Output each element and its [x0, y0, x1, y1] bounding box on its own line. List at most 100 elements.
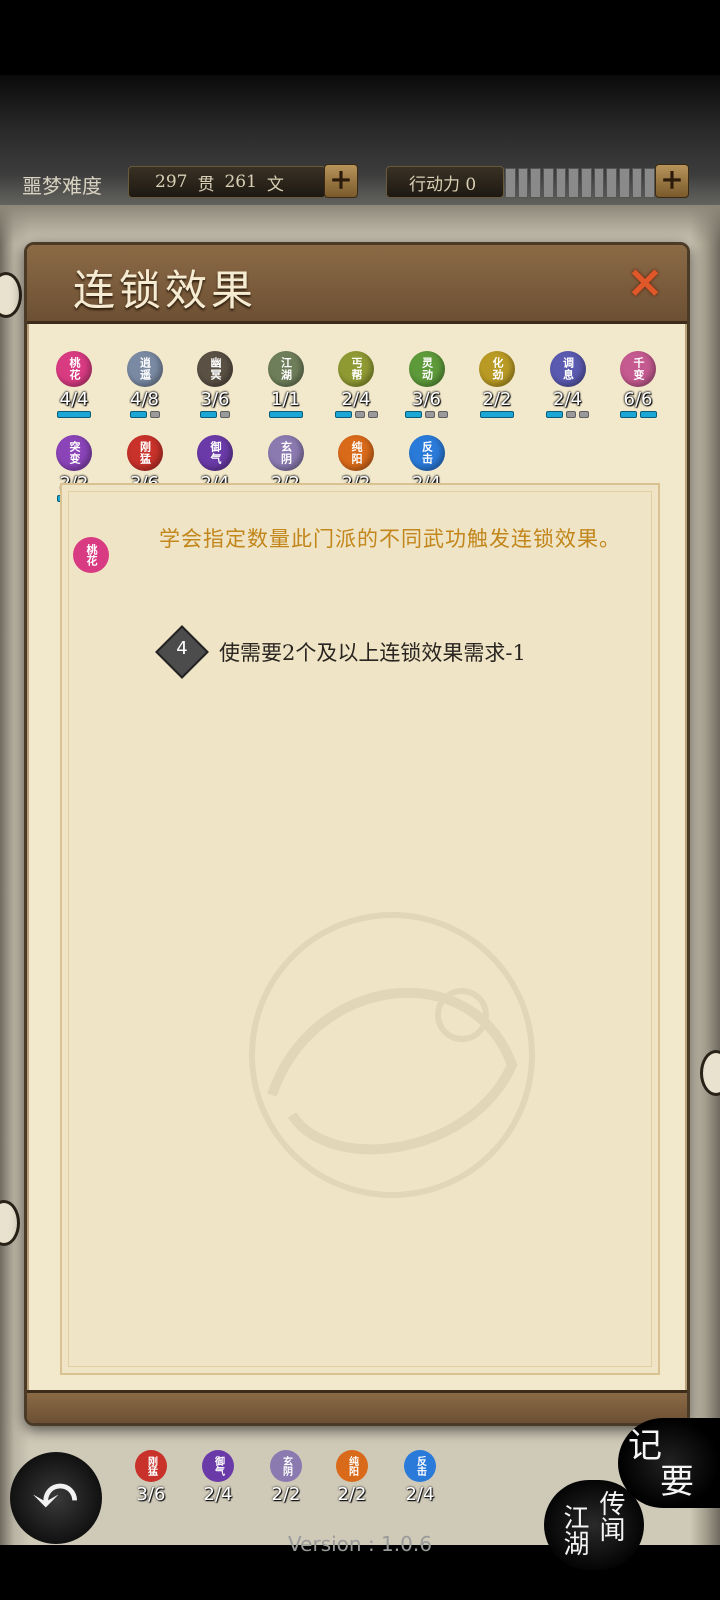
energy-segment	[530, 168, 542, 198]
energy-display: 行动力 0	[386, 166, 504, 198]
sect-icon: 桃花	[56, 351, 92, 387]
progress-pip	[220, 411, 230, 418]
sect-count: 1/1	[271, 389, 300, 410]
background-sect-item: 刚猛 3/6	[121, 1450, 181, 1506]
sect-count: 3/6	[136, 1484, 166, 1505]
energy-segment	[568, 168, 580, 198]
sect-progress-pips	[251, 411, 321, 419]
add-currency-button[interactable]: +	[324, 164, 358, 198]
progress-pip	[579, 411, 589, 418]
sect-icon: 丐帮	[338, 351, 374, 387]
sect-icon: 御气	[202, 1450, 234, 1482]
progress-pip	[438, 411, 448, 418]
progress-pip	[268, 411, 303, 418]
sect-progress-pips	[321, 411, 391, 419]
sect-icon: 反击	[408, 435, 445, 471]
progress-pip	[129, 411, 147, 418]
sect-icon: 玄阴	[270, 1450, 302, 1482]
progress-pip	[566, 411, 576, 418]
energy-label: 行动力 0	[409, 174, 477, 195]
guan-unit: 贯	[197, 174, 215, 195]
sect-progress-pips	[603, 411, 673, 419]
sect-progress-pips	[392, 411, 462, 419]
wen-unit: 文	[266, 174, 284, 195]
back-button[interactable]: ↶	[10, 1452, 102, 1544]
sect-count: 2/2	[271, 1484, 301, 1505]
energy-bar	[505, 168, 656, 198]
progress-pip	[425, 411, 435, 418]
guan-value: 297	[155, 172, 188, 192]
sect-icon: 反击	[404, 1450, 436, 1482]
sect-item[interactable]: 丐帮 2/4	[321, 351, 391, 419]
sect-item[interactable]: 调息 2/4	[533, 351, 603, 419]
sect-icon: 刚猛	[135, 1450, 167, 1482]
sect-progress-pips	[110, 411, 180, 419]
background-sect-item: 反击 2/4	[390, 1450, 450, 1506]
sect-description: 学会指定数量此门派的不同武功触发连锁效果。	[159, 527, 621, 551]
sect-item[interactable]: 逍遥 4/8	[110, 351, 180, 419]
sect-count: 4/8	[130, 389, 159, 410]
sect-count: 3/6	[412, 389, 441, 410]
version-label: Version : 1.0.6	[288, 1532, 432, 1556]
resource-bar: 噩梦难度 297 贯 261 文 + 行动力 0 +	[0, 162, 720, 202]
selected-sect-icon: 桃花	[73, 537, 109, 573]
sect-item[interactable]: 灵动 3/6	[392, 351, 462, 419]
progress-pip	[354, 411, 365, 418]
sect-icon: 突变	[56, 435, 92, 471]
progress-pip	[57, 411, 91, 418]
sect-icon: 幽冥	[197, 351, 233, 387]
progress-pip	[200, 411, 217, 418]
dialog-header: 连锁效果 ✕	[27, 245, 687, 324]
sect-count: 4/4	[59, 389, 89, 410]
effect-text: 使需要2个及以上连锁效果需求-1	[219, 641, 526, 665]
energy-segment	[644, 168, 656, 198]
progress-pip	[639, 411, 657, 418]
sect-item[interactable]: 幽冥 3/6	[180, 351, 250, 419]
sect-count: 2/4	[203, 1484, 233, 1505]
dragon-watermark	[249, 912, 535, 1198]
sect-progress-pips	[180, 411, 250, 419]
sect-count: 2/4	[405, 1484, 435, 1505]
sect-count: 3/6	[200, 389, 230, 410]
sect-progress-pips	[39, 411, 109, 419]
currency-display: 297 贯 261 文	[128, 166, 326, 198]
sect-item[interactable]: 千变 6/6	[603, 351, 673, 419]
sect-icon: 玄阴	[267, 435, 304, 471]
sect-progress-pips	[533, 411, 603, 419]
sect-icon: 千变	[620, 351, 656, 387]
energy-segment	[619, 168, 630, 198]
background-sect-item: 纯阳 2/2	[322, 1450, 382, 1506]
energy-segment	[555, 168, 567, 198]
notes-button[interactable]: 记 要	[618, 1418, 720, 1508]
description-panel	[60, 483, 660, 1375]
sect-icon: 纯阳	[338, 435, 374, 471]
progress-pip	[619, 411, 637, 418]
progress-pip	[367, 411, 378, 418]
sect-item[interactable]: 江湖 1/1	[251, 351, 321, 419]
sect-count: 6/6	[623, 389, 653, 410]
close-button[interactable]: ✕	[625, 263, 665, 305]
chain-effect-dialog: 连锁效果 ✕ 桃花 4/4 逍遥 4/8 幽冥 3/6 江湖 1/1 丐帮 2/4 灵动 3/6 化劲 2…	[24, 242, 690, 1426]
sect-icon: 江湖	[267, 351, 304, 387]
progress-pip	[546, 411, 563, 418]
difficulty-label: 噩梦难度	[22, 174, 102, 198]
energy-segment	[581, 168, 592, 198]
sect-icon: 御气	[197, 435, 233, 471]
sect-item[interactable]: 桃花 4/4	[39, 351, 109, 419]
sect-icon: 灵动	[408, 351, 445, 387]
sect-icon: 纯阳	[336, 1450, 368, 1482]
progress-pip	[405, 411, 422, 418]
background-sect-item: 御气 2/4	[188, 1450, 248, 1506]
effect-level: 4	[176, 638, 188, 659]
notes-label-line2: 要	[660, 1462, 694, 1502]
sect-icon: 化劲	[479, 351, 515, 387]
add-energy-button[interactable]: +	[655, 164, 689, 198]
sect-icon: 刚猛	[126, 435, 163, 471]
energy-segment	[631, 168, 643, 198]
sect-icon: 逍遥	[126, 351, 163, 387]
dialog-title: 连锁效果	[73, 266, 258, 315]
energy-segment	[543, 168, 554, 198]
notes-label-line1: 记	[628, 1426, 662, 1466]
energy-segment	[517, 168, 529, 198]
sect-item[interactable]: 化劲 2/2	[462, 351, 532, 419]
